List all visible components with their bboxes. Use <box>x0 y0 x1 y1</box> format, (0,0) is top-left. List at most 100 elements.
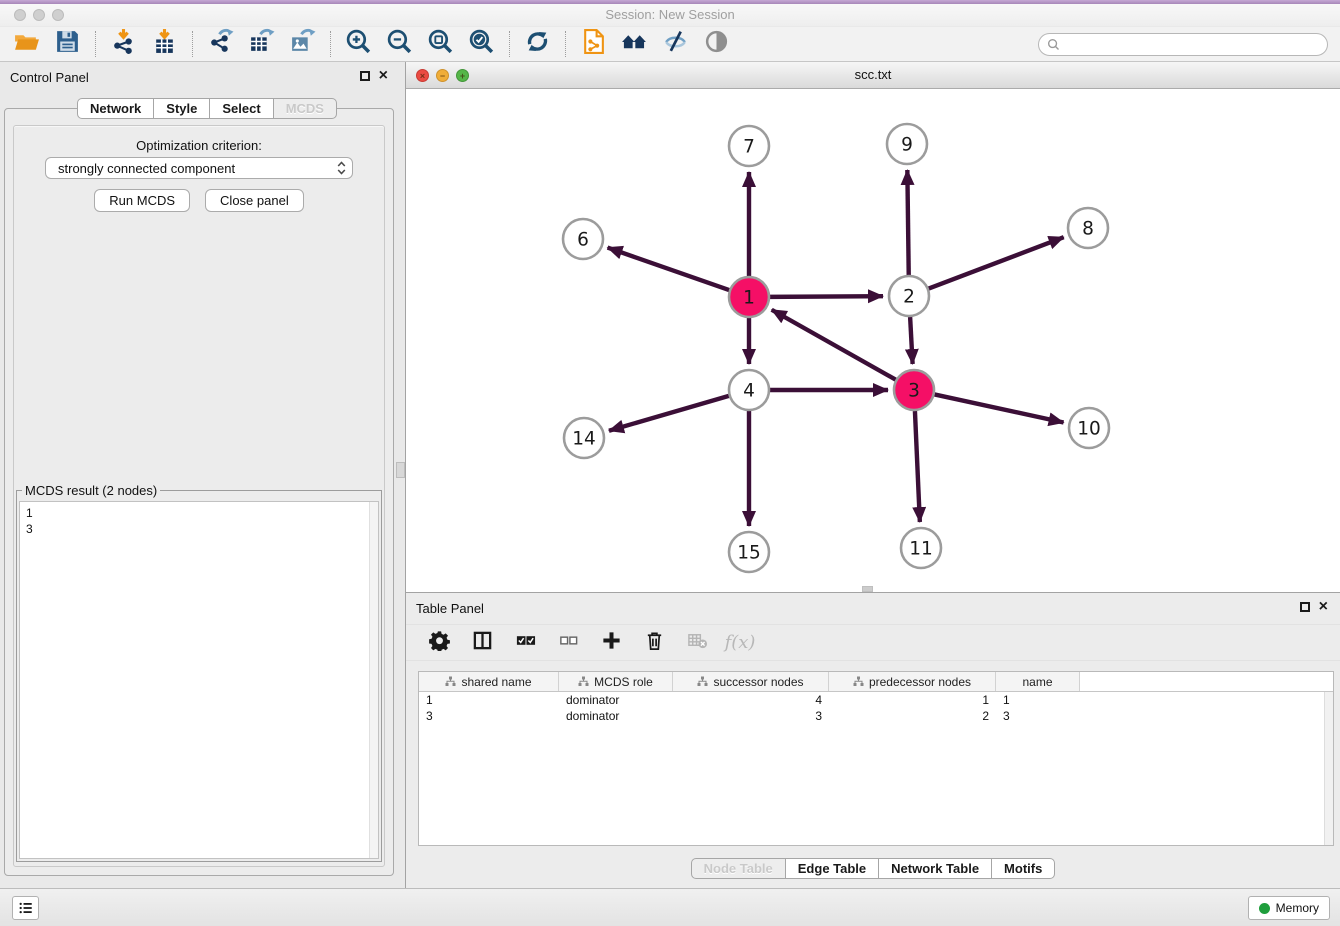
graph-node[interactable]: 6 <box>563 219 603 259</box>
save-session-button[interactable] <box>47 29 88 60</box>
run-mcds-button[interactable]: Run MCDS <box>94 189 190 212</box>
window-controls <box>14 9 64 21</box>
close-network-icon[interactable]: × <box>416 69 429 82</box>
graph-edge[interactable] <box>608 248 730 290</box>
zoom-fit-button[interactable] <box>420 29 461 60</box>
tab-motifs[interactable]: Motifs <box>991 858 1055 879</box>
graph-svg[interactable]: 7 9 6 8 1 2 4 3 14 10 15 11 <box>406 89 1338 591</box>
tab-select[interactable]: Select <box>209 98 273 119</box>
tab-node-table[interactable]: Node Table <box>691 858 786 879</box>
close-window-icon[interactable] <box>14 9 26 21</box>
show-columns-button[interactable] <box>469 630 495 656</box>
tab-network[interactable]: Network <box>77 98 154 119</box>
maximize-window-icon[interactable] <box>52 9 64 21</box>
graph-edge[interactable] <box>929 237 1064 288</box>
graph-edge[interactable] <box>915 411 920 522</box>
graph-edge[interactable] <box>907 170 908 275</box>
refresh-button[interactable] <box>517 29 558 60</box>
close-panel-button[interactable]: Close panel <box>205 189 304 212</box>
graph-node[interactable]: 4 <box>729 370 769 410</box>
table-cell[interactable]: 4 <box>673 692 829 708</box>
import-network-button[interactable] <box>103 29 144 60</box>
hide-panel-button[interactable] <box>655 29 696 60</box>
graph-edge[interactable] <box>770 296 883 297</box>
tab-edge-table[interactable]: Edge Table <box>785 858 879 879</box>
column-header-successor-nodes[interactable]: successor nodes <box>673 672 829 691</box>
export-network-button[interactable] <box>200 29 241 60</box>
graph-node[interactable]: 8 <box>1068 208 1108 248</box>
network-canvas[interactable]: 7 9 6 8 1 2 4 3 14 10 15 11 <box>406 89 1340 592</box>
table-cell[interactable]: 1 <box>996 692 1080 708</box>
column-header-predecessor-nodes[interactable]: predecessor nodes <box>829 672 996 691</box>
network-window-titlebar[interactable]: × − + scc.txt <box>406 62 1340 89</box>
zoom-network-icon[interactable]: + <box>456 69 469 82</box>
graph-edge[interactable] <box>935 394 1064 422</box>
graph-node[interactable]: 2 <box>889 276 929 316</box>
table-cell[interactable]: 3 <box>419 708 559 724</box>
graph-node[interactable]: 9 <box>887 124 927 164</box>
column-label: shared name <box>461 675 531 689</box>
zoom-selected-button[interactable] <box>461 29 502 60</box>
minimize-network-icon[interactable]: − <box>436 69 449 82</box>
search-box[interactable] <box>1038 33 1328 56</box>
mcds-result-list[interactable]: 1 3 <box>19 501 379 859</box>
column-header-name[interactable]: name <box>996 672 1080 691</box>
table-scrollbar[interactable] <box>1324 692 1333 845</box>
tab-network-table[interactable]: Network Table <box>878 858 992 879</box>
table-cell[interactable]: dominator <box>559 692 673 708</box>
table-cell[interactable]: 1 <box>419 692 559 708</box>
table-row[interactable]: 1dominator411 <box>419 692 1333 708</box>
zoom-in-button[interactable] <box>338 29 379 60</box>
add-column-button[interactable] <box>598 630 624 656</box>
graph-node[interactable]: 15 <box>729 532 769 572</box>
application-window: Session: New Session Control Panel × Net… <box>0 0 1340 926</box>
home-button[interactable] <box>614 29 655 60</box>
table-cell[interactable]: dominator <box>559 708 673 724</box>
unselect-all-columns-button[interactable] <box>555 630 581 656</box>
import-table-button[interactable] <box>144 29 185 60</box>
graph-edge[interactable] <box>609 396 729 431</box>
graph-node[interactable]: 10 <box>1069 408 1109 448</box>
search-input[interactable] <box>1065 38 1319 52</box>
optimization-criterion-select[interactable]: strongly connected component <box>45 157 353 179</box>
tab-mcds[interactable]: MCDS <box>273 98 337 119</box>
table-cell[interactable]: 1 <box>829 692 996 708</box>
column-header-MCDS-role[interactable]: MCDS role <box>559 672 673 691</box>
column-header-shared-name[interactable]: shared name <box>419 672 559 691</box>
delete-column-button[interactable] <box>641 630 667 656</box>
float-panel-icon[interactable] <box>360 71 370 81</box>
zoom-out-icon <box>386 28 413 60</box>
graph-node-label: 7 <box>743 137 755 158</box>
table-cell[interactable]: 3 <box>996 708 1080 724</box>
open-file-button[interactable] <box>6 29 47 60</box>
close-panel-icon[interactable]: × <box>379 70 388 82</box>
column-label: name <box>1022 675 1052 689</box>
graph-node[interactable]: 11 <box>901 528 941 568</box>
table-cell[interactable]: 2 <box>829 708 996 724</box>
show-panel-button[interactable] <box>696 29 737 60</box>
graph-node[interactable]: 14 <box>564 418 604 458</box>
tab-style[interactable]: Style <box>153 98 210 119</box>
graph-node[interactable]: 7 <box>729 126 769 166</box>
table-settings-button[interactable] <box>426 630 452 656</box>
select-all-columns-button[interactable] <box>512 630 538 656</box>
graph-node[interactable]: 1 <box>729 277 769 317</box>
memory-button[interactable]: Memory <box>1248 896 1330 920</box>
export-table-button[interactable] <box>241 29 282 60</box>
show-panels-button[interactable] <box>12 896 39 920</box>
result-scrollbar[interactable] <box>369 502 378 858</box>
graph-edge[interactable] <box>772 310 896 380</box>
float-table-panel-icon[interactable] <box>1300 602 1310 612</box>
zoom-in-icon <box>345 28 372 60</box>
panel-splitter-grip[interactable] <box>396 462 405 478</box>
network-document-button[interactable] <box>573 29 614 60</box>
table-row[interactable]: 3dominator323 <box>419 708 1333 724</box>
graph-edge[interactable] <box>910 317 913 364</box>
minimize-window-icon[interactable] <box>33 9 45 21</box>
export-image-button[interactable] <box>282 29 323 60</box>
graph-node[interactable]: 3 <box>894 370 934 410</box>
mcds-result-title: MCDS result (2 nodes) <box>22 483 160 498</box>
zoom-out-button[interactable] <box>379 29 420 60</box>
table-cell[interactable]: 3 <box>673 708 829 724</box>
close-table-panel-icon[interactable]: × <box>1319 601 1328 613</box>
